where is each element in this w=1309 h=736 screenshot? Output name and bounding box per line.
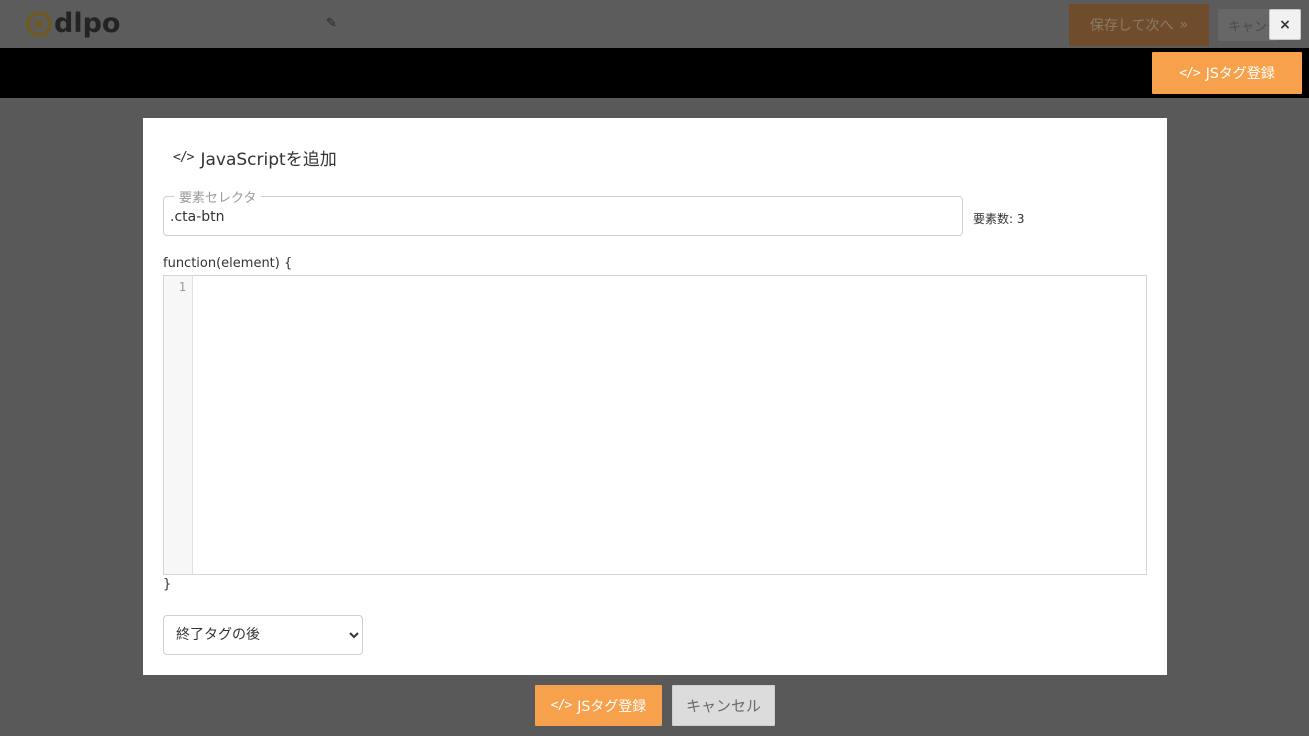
line-number: 1 (178, 280, 186, 294)
js-tag-register-button[interactable]: </> JSタグ登録 (535, 685, 662, 726)
js-tag-register-label: JSタグ登録 (1205, 66, 1275, 82)
function-signature-open: function(element) { (163, 256, 293, 271)
save-next-label: 保存して次へ (1089, 18, 1174, 34)
dlpo-logo: dlpo (26, 10, 120, 38)
modal-title: </> JavaScriptを追加 (173, 145, 337, 170)
code-icon: </> (550, 698, 573, 713)
register-label: JSタグ登録 (577, 698, 647, 715)
cancel-button[interactable]: キャンセル (672, 685, 775, 726)
logo-ring-icon (26, 11, 52, 37)
logo-text: dlpo (54, 8, 121, 39)
close-button[interactable]: × (1269, 9, 1301, 40)
editor-toolbar (0, 48, 1309, 98)
code-icon: </> (1179, 65, 1201, 81)
pencil-edit-icon[interactable]: ✎ (326, 16, 338, 31)
js-tag-register-button-top[interactable]: </> JSタグ登録 (1152, 52, 1302, 94)
function-signature-close: } (163, 577, 172, 592)
element-count: 要素数: 3 (973, 212, 1025, 226)
line-number-gutter: 1 (164, 276, 193, 574)
close-icon: × (1279, 16, 1291, 33)
insert-position-select[interactable]: 終了タグの後 (163, 615, 363, 655)
save-next-button[interactable]: 保存して次へ » (1069, 4, 1209, 46)
modal-title-text: JavaScriptを追加 (200, 150, 337, 170)
element-selector-field: 要素セレクタ (163, 187, 963, 236)
code-editor[interactable]: 1 (163, 275, 1147, 575)
add-javascript-modal: </> JavaScriptを追加 要素セレクタ 要素数: 3 function… (143, 118, 1167, 675)
cancel-label: キャンセル (685, 697, 761, 715)
element-selector-input[interactable] (170, 207, 950, 227)
element-selector-label: 要素セレクタ (174, 187, 262, 206)
code-icon: </> (173, 150, 195, 165)
double-chevron-right-icon: » (1179, 17, 1189, 33)
top-header: dlpo ✎ 保存して次へ » キャンセル × (0, 0, 1309, 48)
